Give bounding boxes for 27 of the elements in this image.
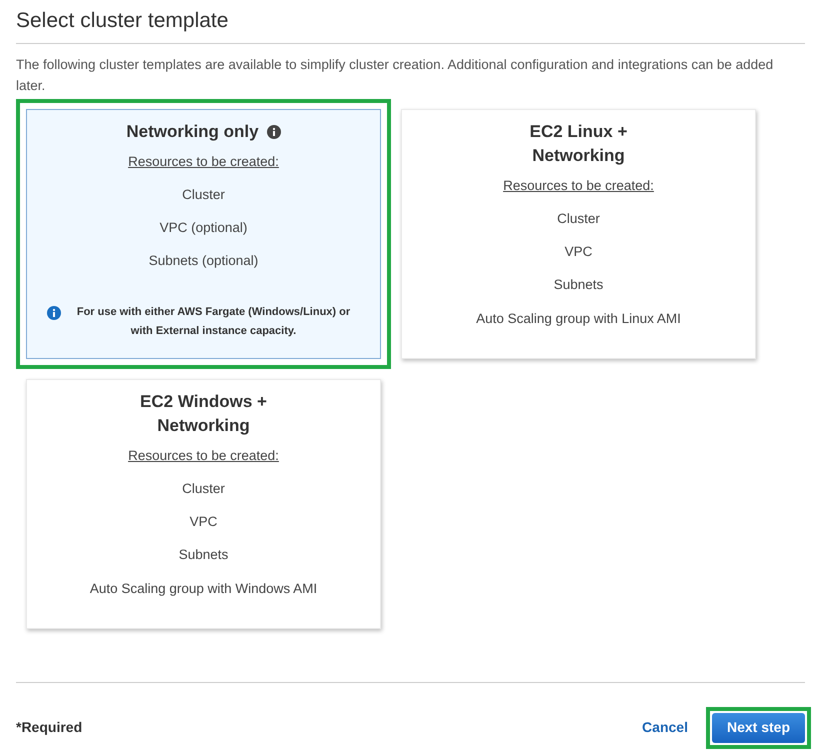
resource-item: Subnets	[178, 546, 228, 564]
template-card[interactable]: Networking only Resources to be created: Cluster VPC (optional) Subnets (optional) For use with either AWS Fargate (Windows/Linux) or with External instance capacity.	[26, 108, 381, 358]
card-title: Networking only	[126, 120, 259, 143]
resources-label: Resources to be created:	[128, 446, 279, 464]
resource-item: Auto Scaling group with Windows AMI	[90, 580, 318, 598]
card-title: EC2 Windows + Networking	[139, 390, 268, 437]
next-step-button[interactable]: Next step	[712, 712, 805, 742]
resources-label: Resources to be created:	[503, 176, 654, 194]
card-note: For use with either AWS Fargate (Windows/Linux) or with External instance capacity.	[76, 304, 352, 338]
resource-item: VPC	[190, 513, 218, 531]
resource-item: Auto Scaling group with Linux AMI	[476, 310, 681, 328]
resource-item: Cluster	[182, 480, 225, 498]
card-title: EC2 Linux + Networking	[528, 120, 628, 167]
resource-item: Subnets (optional)	[148, 252, 258, 270]
resource-item: Cluster	[557, 210, 600, 228]
template-card[interactable]: EC2 Windows + Networking Resources to be created: Cluster VPC Subnets Auto Scaling group with Windows AMI	[26, 378, 381, 628]
resource-item: VPC	[564, 243, 592, 261]
resource-item: VPC (optional)	[160, 219, 248, 237]
template-card[interactable]: EC2 Linux + Networking Resources to be created: Cluster VPC Subnets Auto Scaling group with Linux AMI	[401, 108, 756, 358]
required-note: *Required	[16, 718, 82, 737]
info-icon	[47, 306, 61, 320]
cancel-link[interactable]: Cancel	[642, 717, 688, 738]
description: The following cluster templates are available to simplify cluster creation. Additional configuration and integrations can be added later.	[16, 56, 774, 94]
page-title: Select cluster template	[16, 8, 230, 34]
resource-item: Cluster	[182, 186, 225, 204]
resources-label: Resources to be created:	[128, 152, 279, 170]
resource-item: Subnets	[554, 276, 604, 294]
